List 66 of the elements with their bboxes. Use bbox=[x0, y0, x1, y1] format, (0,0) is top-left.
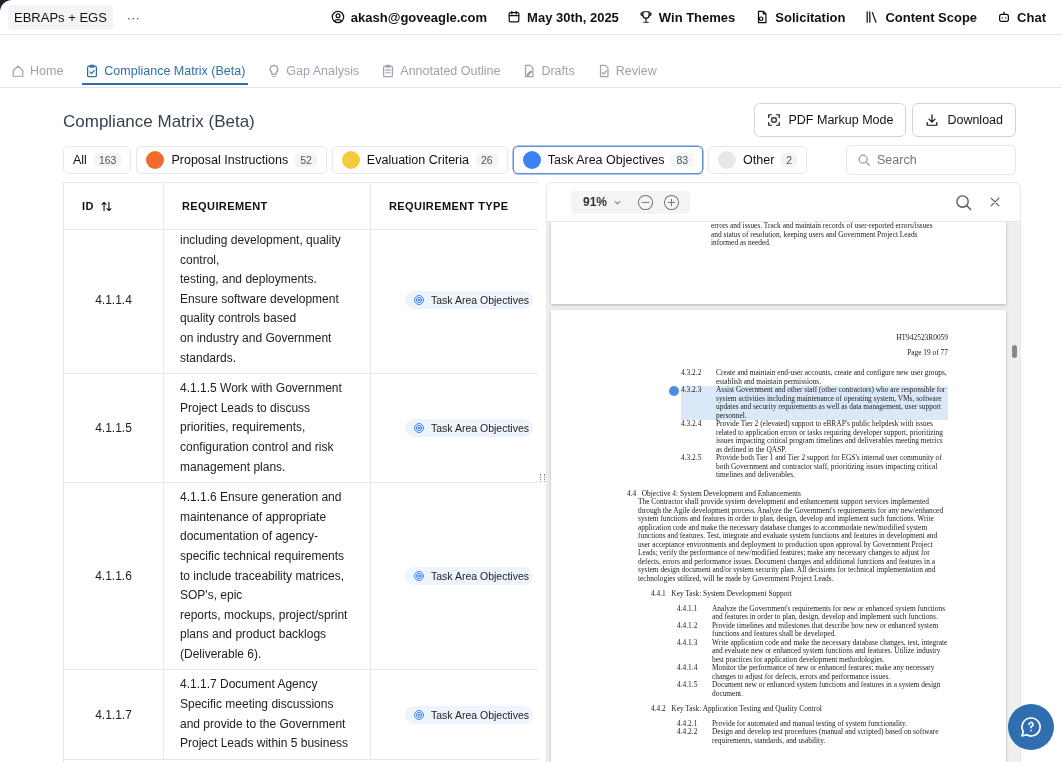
action-button[interactable]: Download bbox=[912, 103, 1016, 137]
clipboard-list-icon bbox=[381, 64, 396, 78]
frame-icon bbox=[766, 113, 781, 127]
annotation-marker-icon[interactable] bbox=[669, 386, 679, 396]
requirement-text: 4.1.1.6 Ensure generation and maintenance of appropriate documentation of agency- specific technical requirements to include traceability matrices, SOP's, epic reports, mockups, project/sprint plans and product backlogs (Deliverable 6). bbox=[180, 489, 348, 663]
home-icon bbox=[11, 64, 25, 78]
target-icon bbox=[413, 293, 425, 306]
clipboard-icon bbox=[85, 64, 100, 78]
user-icon bbox=[330, 10, 345, 24]
workspace-button[interactable]: EBRAPs + EGS bbox=[8, 4, 113, 30]
count-badge: 163 bbox=[93, 153, 122, 167]
nav-link[interactable]: Win Themes bbox=[638, 9, 736, 25]
nav-link[interactable]: Solicitation bbox=[755, 9, 846, 25]
target-icon bbox=[413, 570, 425, 583]
filter-chip[interactable]: Task Area Objectives 83 bbox=[512, 146, 704, 174]
resize-handle[interactable] bbox=[540, 474, 545, 482]
requirement-text: 4.1.1.7 Document Agency Specific meeting discussions and provide to the Government Project Leads within 5 business bbox=[180, 676, 349, 753]
books-icon bbox=[865, 10, 880, 24]
page-title: Compliance Matrix (Beta) bbox=[63, 111, 256, 132]
lightbulb-icon bbox=[267, 64, 282, 78]
filter-chip[interactable]: Proposal Instructions 52 bbox=[136, 146, 327, 174]
zoom-out-icon[interactable] bbox=[637, 193, 655, 211]
more-button[interactable]: ··· bbox=[116, 9, 150, 25]
requirement-text: including development, quality control, testing, and deployments. Ensure software development quality controls based on industry and Government standards. bbox=[180, 232, 341, 367]
tab[interactable]: Compliance Matrix (Beta) bbox=[82, 59, 249, 85]
sort-icon[interactable] bbox=[99, 199, 113, 213]
download-icon bbox=[925, 113, 940, 127]
calendar-icon bbox=[507, 10, 522, 24]
nav-link[interactable]: May 30th, 2025 bbox=[507, 9, 619, 25]
action-button[interactable]: PDF Markup Mode bbox=[753, 103, 907, 137]
requirement-text: 4.1.1.5 Work with Government Project Leads to discuss priorities, requirements, configuration control and risk management plans. bbox=[180, 380, 342, 476]
count-badge: 83 bbox=[671, 153, 694, 167]
target-icon bbox=[413, 708, 425, 721]
type-badge: Task Area Objectives bbox=[405, 419, 534, 438]
target-icon bbox=[413, 422, 425, 435]
filter-chip[interactable]: All 163 bbox=[63, 146, 132, 174]
id-cell: 4.1.1.7 bbox=[95, 707, 132, 722]
type-badge: Task Area Objectives bbox=[405, 705, 534, 724]
zoom-in-icon[interactable] bbox=[663, 193, 681, 211]
column-header[interactable]: REQUIREMENT bbox=[164, 183, 371, 229]
id-cell: 4.1.1.4 bbox=[95, 292, 132, 307]
nav-link[interactable]: akash@goveagle.com bbox=[330, 9, 488, 25]
filter-chip[interactable]: Evaluation Criteria 26 bbox=[331, 146, 508, 174]
chat-bubble-icon bbox=[1019, 715, 1043, 739]
id-cell: 4.1.1.5 bbox=[95, 421, 132, 436]
scrollbar-thumb[interactable] bbox=[1012, 345, 1017, 358]
close-icon[interactable] bbox=[988, 195, 1002, 209]
help-chat-button[interactable] bbox=[1008, 704, 1054, 750]
pen-icon bbox=[522, 64, 537, 78]
filter-chip[interactable]: Other 2 bbox=[708, 146, 808, 174]
robot-icon bbox=[997, 10, 1012, 24]
count-badge: 2 bbox=[781, 153, 798, 167]
id-cell: 4.1.1.6 bbox=[95, 569, 132, 584]
column-header[interactable]: ID bbox=[64, 183, 164, 229]
document-icon bbox=[755, 10, 770, 24]
type-badge: Task Area Objectives bbox=[405, 290, 534, 309]
nav-link[interactable]: Chat bbox=[997, 9, 1046, 25]
search-icon[interactable] bbox=[955, 193, 972, 211]
count-badge: 26 bbox=[476, 153, 498, 167]
column-header[interactable]: REQUIREMENT TYPE bbox=[371, 183, 538, 229]
nav-link[interactable]: Content Scope bbox=[865, 9, 978, 25]
search-icon bbox=[857, 153, 871, 167]
type-badge: Task Area Objectives bbox=[405, 567, 534, 586]
count-badge: 52 bbox=[295, 153, 317, 167]
search-field[interactable]: Search bbox=[846, 145, 1016, 175]
trophy-icon bbox=[638, 10, 653, 24]
